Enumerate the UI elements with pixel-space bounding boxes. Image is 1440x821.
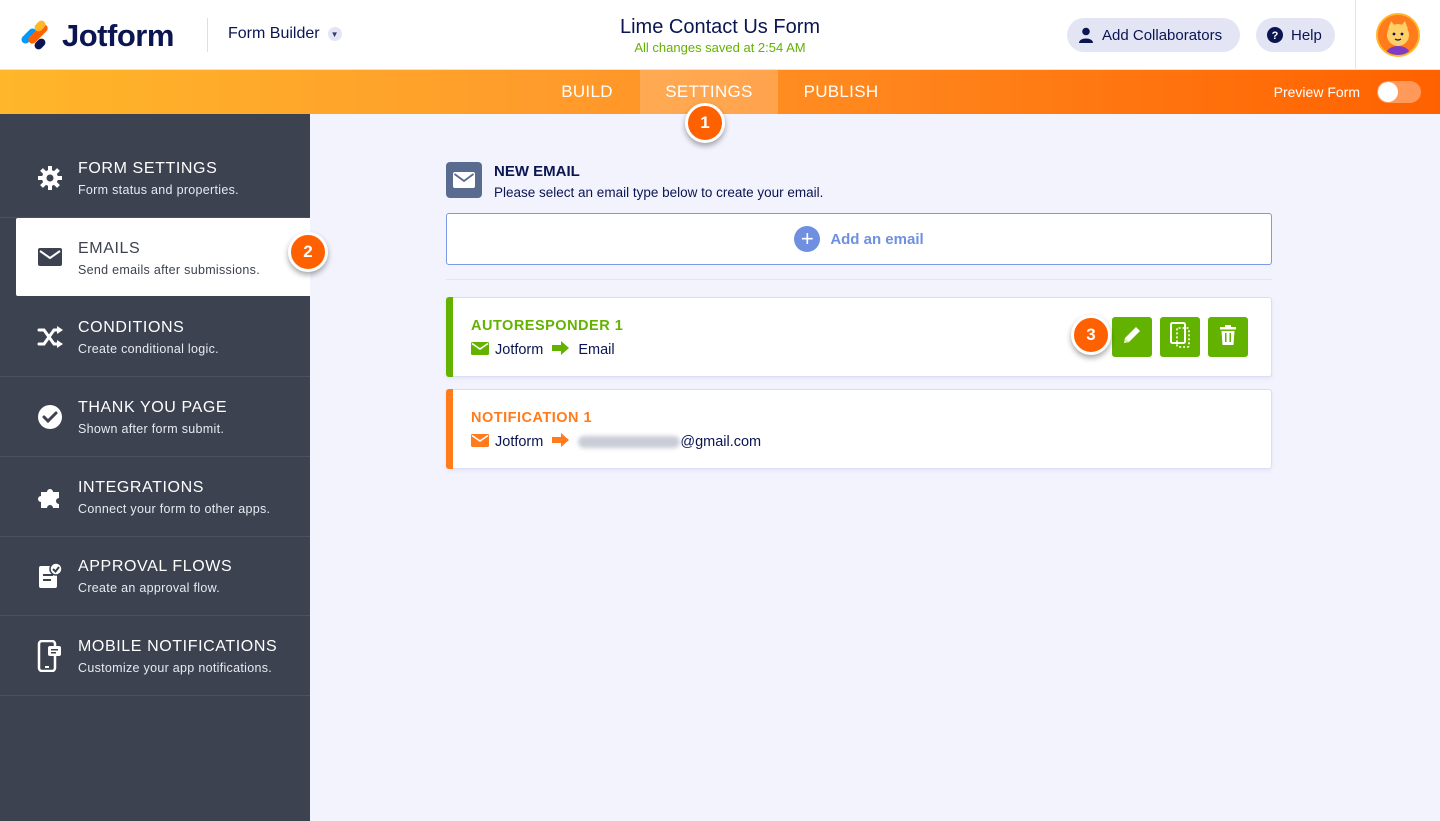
trash-icon xyxy=(1220,324,1236,350)
email-flow: Jotform @gmail.com xyxy=(471,433,761,451)
card-status-stripe xyxy=(446,297,453,377)
email-from: Jotform xyxy=(495,434,544,450)
clone-email-button[interactable] xyxy=(1160,317,1200,357)
preview-form-toggle[interactable] xyxy=(1377,81,1421,103)
sidebar-item-desc: Connect your form to other apps. xyxy=(78,502,271,516)
sidebar-item-desc: Form status and properties. xyxy=(78,183,239,197)
email-card-title: NOTIFICATION 1 xyxy=(471,410,593,426)
jotform-logo[interactable]: Jotform xyxy=(18,18,174,54)
builder-navbar: BUILD SETTINGS PUBLISH Preview Form xyxy=(0,70,1440,114)
title-block: Lime Contact Us Form All changes saved a… xyxy=(520,16,920,55)
sidebar-item-title: FORM SETTINGS xyxy=(78,160,218,177)
email-to: Email xyxy=(578,342,615,358)
add-collaborators-button[interactable]: Add Collaborators xyxy=(1067,18,1240,52)
puzzle-icon xyxy=(36,483,64,511)
envelope-icon xyxy=(471,433,489,451)
new-email-envelope-icon xyxy=(446,162,482,198)
email-card-title: AUTORESPONDER 1 xyxy=(471,318,624,334)
email-from: Jotform xyxy=(495,342,544,358)
mobile-icon xyxy=(36,640,64,672)
sidebar-item-thank-you-page[interactable]: THANK YOU PAGE Shown after form submit. xyxy=(0,377,310,457)
arrow-right-icon xyxy=(552,433,570,451)
tab-publish[interactable]: PUBLISH xyxy=(784,70,898,114)
header-divider xyxy=(207,18,208,52)
plus-circle-icon: + xyxy=(794,226,821,252)
new-email-description: Please select an email type below to cre… xyxy=(494,185,824,200)
question-circle-icon: ? xyxy=(1267,27,1283,43)
edit-email-button[interactable] xyxy=(1112,317,1152,357)
arrow-right-icon xyxy=(552,341,570,359)
svg-text:?: ? xyxy=(1272,30,1279,42)
email-card-notification[interactable]: NOTIFICATION 1 Jotform @gmail.com xyxy=(446,389,1272,469)
gear-icon xyxy=(36,164,64,192)
sidebar-item-title: THANK YOU PAGE xyxy=(78,399,228,416)
form-title[interactable]: Lime Contact Us Form xyxy=(520,16,920,39)
sidebar-item-emails[interactable]: EMAILS Send emails after submissions. xyxy=(16,218,310,296)
envelope-icon xyxy=(471,341,489,359)
sidebar-item-title: INTEGRATIONS xyxy=(78,479,205,496)
sidebar-item-title: EMAILS xyxy=(78,240,141,257)
sidebar-item-form-settings[interactable]: FORM SETTINGS Form status and properties… xyxy=(0,138,310,218)
sidebar-item-title: CONDITIONS xyxy=(78,319,185,336)
shuffle-icon xyxy=(36,323,64,351)
sidebar-item-desc: Send emails after submissions. xyxy=(78,263,260,277)
form-builder-dropdown[interactable]: Form Builder ▼ xyxy=(228,25,342,43)
avatar[interactable] xyxy=(1376,13,1420,57)
sidebar-item-desc: Create an approval flow. xyxy=(78,581,221,595)
add-collaborators-label: Add Collaborators xyxy=(1102,26,1223,44)
header-divider-right xyxy=(1355,0,1356,70)
help-button[interactable]: ? Help xyxy=(1256,18,1335,52)
save-status: All changes saved at 2:54 AM xyxy=(634,40,806,55)
pencil-icon xyxy=(1122,325,1142,350)
delete-email-button[interactable] xyxy=(1208,317,1248,357)
step-badge-2: 2 xyxy=(288,232,328,272)
clone-icon xyxy=(1169,321,1191,353)
card-status-stripe xyxy=(446,389,453,469)
new-email-title: NEW EMAIL xyxy=(494,163,580,180)
email-flow: Jotform Email xyxy=(471,341,615,359)
sidebar-item-conditions[interactable]: CONDITIONS Create conditional logic. xyxy=(0,297,310,377)
sidebar-item-approval-flows[interactable]: APPROVAL FLOWS Create an approval flow. xyxy=(0,536,310,616)
sidebar-item-desc: Customize your app notifications. xyxy=(78,661,273,675)
jotform-logo-icon xyxy=(18,18,50,52)
user-icon xyxy=(1078,27,1094,43)
redacted-email-user xyxy=(578,436,681,448)
approval-icon xyxy=(36,562,64,590)
logo-text: Jotform xyxy=(62,18,174,53)
toggle-knob xyxy=(1378,82,1398,102)
email-to: @gmail.com xyxy=(680,434,762,450)
sidebar-item-integrations[interactable]: INTEGRATIONS Connect your form to other … xyxy=(0,457,310,537)
sidebar-item-mobile-notifications[interactable]: MOBILE NOTIFICATIONS Customize your app … xyxy=(0,616,310,696)
app-header: Jotform Form Builder ▼ Lime Contact Us F… xyxy=(0,0,1440,70)
email-card-autoresponder[interactable]: AUTORESPONDER 1 Jotform Email xyxy=(446,297,1272,377)
add-email-button[interactable]: + Add an email xyxy=(446,213,1272,265)
chevron-down-icon: ▼ xyxy=(327,27,342,41)
sidebar-item-title: MOBILE NOTIFICATIONS xyxy=(78,638,278,655)
sidebar-item-desc: Shown after form submit. xyxy=(78,422,225,436)
help-label: Help xyxy=(1291,26,1322,44)
step-badge-1: 1 xyxy=(685,103,725,143)
section-divider xyxy=(446,279,1272,280)
tab-build[interactable]: BUILD xyxy=(540,70,634,114)
add-email-label: Add an email xyxy=(830,230,924,248)
check-circle-icon xyxy=(36,403,64,431)
preview-form-label: Preview Form xyxy=(1273,84,1360,100)
sidebar-item-title: APPROVAL FLOWS xyxy=(78,558,233,575)
sidebar-item-desc: Create conditional logic. xyxy=(78,342,219,356)
envelope-icon xyxy=(36,243,64,271)
step-badge-3: 3 xyxy=(1071,315,1111,355)
form-builder-label: Form Builder xyxy=(228,25,320,42)
